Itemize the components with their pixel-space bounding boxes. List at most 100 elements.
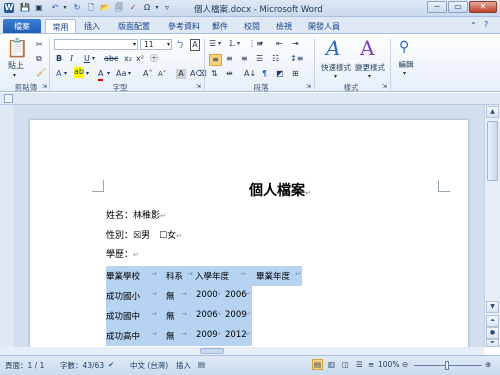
- font-color-icon[interactable]: A: [98, 69, 104, 81]
- styles-launcher-icon[interactable]: ⇲: [382, 82, 387, 92]
- macro-record-icon[interactable]: ▤: [198, 360, 205, 369]
- paste-label[interactable]: 貼上: [8, 61, 24, 71]
- browse-object-icon[interactable]: ●: [486, 327, 499, 339]
- save-icon[interactable]: 💾: [20, 3, 30, 13]
- print-layout-view-icon[interactable]: ▤: [312, 359, 323, 370]
- horizontal-scrollbar[interactable]: [0, 347, 484, 355]
- highlight-dropdown-icon[interactable]: ▾: [86, 69, 89, 79]
- clipboard-launcher-icon[interactable]: ⇲: [42, 82, 47, 92]
- full-screen-reading-icon[interactable]: ▥: [328, 360, 335, 369]
- draft-view-icon[interactable]: ≡: [368, 360, 374, 369]
- format-painter-icon[interactable]: 🖌: [36, 68, 46, 78]
- text-effects-icon[interactable]: A: [56, 69, 61, 79]
- language-indicator[interactable]: 中文 (台灣): [130, 360, 168, 371]
- character-border-icon[interactable]: A: [190, 39, 200, 51]
- italic-icon[interactable]: I: [70, 54, 73, 64]
- print-preview-icon[interactable]: 🗐: [114, 3, 124, 13]
- enclose-character-icon[interactable]: ㊉: [150, 54, 158, 64]
- asian-layout-icon[interactable]: ⇹: [226, 69, 233, 79]
- find-binoculars-icon[interactable]: ⚲: [399, 38, 409, 56]
- table-row[interactable]: 成功高中 → 無 → 2009 → 2012 ↵: [106, 326, 252, 346]
- hscroll-thumb[interactable]: [200, 348, 224, 354]
- table-header-row[interactable]: 畢業學校 → 科系 → 入學年度 → 畢業年度 ↵: [106, 266, 302, 286]
- redo-icon[interactable]: ↻: [72, 3, 82, 13]
- cut-icon[interactable]: ✂: [36, 40, 43, 50]
- underline-dropdown-icon[interactable]: ▾: [92, 54, 95, 64]
- tab-home[interactable]: 常用: [45, 19, 76, 34]
- grow-font-icon[interactable]: A˄: [143, 69, 152, 79]
- sort-icon[interactable]: A↓: [244, 69, 256, 79]
- page-count[interactable]: 頁面：1 / 1: [5, 360, 44, 371]
- copy-icon[interactable]: ⧉: [36, 54, 42, 64]
- scroll-up-icon[interactable]: ▲: [486, 106, 499, 118]
- save-as-icon[interactable]: ▣: [34, 3, 44, 13]
- gender-line[interactable]: 性別：☒男 ☐女↵: [106, 228, 182, 241]
- undo-dropdown-icon[interactable]: ▾: [60, 3, 70, 13]
- horizontal-ruler[interactable]: [0, 93, 500, 105]
- editing-dropdown-icon[interactable]: ▾: [403, 69, 406, 79]
- subscript-icon[interactable]: x₂: [124, 54, 132, 64]
- outline-view-icon[interactable]: ☰: [356, 360, 363, 369]
- symbol-icon[interactable]: Ω: [142, 3, 152, 13]
- tab-page-layout[interactable]: 版面配置: [112, 19, 156, 34]
- align-right-icon[interactable]: ≡: [241, 54, 248, 64]
- spelling-check-icon[interactable]: ✓: [128, 3, 138, 13]
- next-page-icon[interactable]: ⏷: [486, 339, 499, 347]
- superscript-icon[interactable]: x²: [136, 54, 144, 64]
- vertical-scrollbar[interactable]: ▲ ▼ ⏶ ● ⏷: [484, 105, 500, 347]
- tab-view[interactable]: 檢視: [272, 19, 296, 34]
- font-size-combo[interactable]: 11 ▾: [140, 39, 172, 50]
- change-case-icon[interactable]: Aa: [116, 69, 126, 79]
- minimize-button[interactable]: ─: [427, 1, 447, 13]
- education-line[interactable]: 學歷：↵: [106, 247, 139, 260]
- decrease-indent-icon[interactable]: ⇤: [276, 39, 283, 49]
- name-line[interactable]: 姓名：林稚影↵: [106, 208, 166, 221]
- tab-developer[interactable]: 開發人員: [302, 19, 346, 34]
- word-app-icon[interactable]: W: [4, 3, 14, 13]
- numbering-icon[interactable]: ⒈: [228, 39, 236, 49]
- bullets-icon[interactable]: ☰: [209, 39, 216, 49]
- scroll-down-icon[interactable]: ▼: [486, 301, 499, 313]
- show-marks-icon[interactable]: ¶: [262, 69, 267, 79]
- line-spacing-icon[interactable]: ↕≡: [290, 54, 303, 64]
- tab-selector-icon[interactable]: [4, 94, 13, 103]
- underline-icon[interactable]: U: [84, 54, 90, 64]
- paste-dropdown-icon[interactable]: ▾: [13, 71, 16, 81]
- change-styles-dropdown-icon[interactable]: ▾: [368, 72, 371, 82]
- close-button[interactable]: ✕: [469, 1, 497, 13]
- font-name-combo[interactable]: ▾: [54, 39, 138, 50]
- undo-icon[interactable]: ↶: [50, 3, 60, 13]
- tab-review[interactable]: 校閱: [240, 19, 264, 34]
- change-case-dropdown-icon[interactable]: ▾: [128, 69, 131, 79]
- font-launcher-icon[interactable]: ⇲: [196, 82, 201, 92]
- character-shading-icon[interactable]: A: [176, 69, 186, 79]
- align-left-icon[interactable]: ≡: [209, 54, 222, 66]
- increase-indent-icon[interactable]: ⇥: [292, 39, 299, 49]
- justify-icon[interactable]: ☰: [256, 54, 263, 64]
- maximize-button[interactable]: ▭: [448, 1, 468, 13]
- new-document-icon[interactable]: 🗋: [86, 3, 96, 13]
- numbering-dropdown-icon[interactable]: ▾: [237, 39, 240, 49]
- tab-references[interactable]: 參考資料: [162, 19, 206, 34]
- font-color-dropdown-icon[interactable]: ▾: [107, 69, 110, 79]
- previous-page-icon[interactable]: ⏶: [486, 315, 499, 327]
- proofing-icon[interactable]: ✔: [108, 360, 114, 369]
- phonetic-guide-icon[interactable]: ㄅ: [176, 40, 184, 50]
- text-direction-icon[interactable]: ⇅: [211, 69, 218, 79]
- shading-icon[interactable]: ◩: [276, 69, 284, 79]
- align-center-icon[interactable]: ≡: [226, 54, 233, 64]
- help-icon[interactable]: ?: [484, 20, 488, 30]
- web-layout-icon[interactable]: ◫: [342, 360, 349, 369]
- customize-quick-access-icon[interactable]: ▿: [162, 3, 172, 13]
- bullets-dropdown-icon[interactable]: ▾: [218, 39, 221, 49]
- symbol-dropdown-icon[interactable]: ▾: [152, 3, 162, 13]
- table-row[interactable]: 成功國中 → 無 → 2006 → 2009 ↵: [106, 306, 252, 326]
- tab-file[interactable]: 檔案: [3, 19, 41, 34]
- strikethrough-icon[interactable]: abc: [104, 54, 118, 64]
- quick-styles-dropdown-icon[interactable]: ▾: [334, 72, 337, 82]
- document-area[interactable]: 個人檔案↵ 姓名：林稚影↵ 性別：☒男 ☐女↵ 學歷：↵ 畢業學校 → 科系 →…: [14, 105, 484, 347]
- paragraph-launcher-icon[interactable]: ⇲: [306, 82, 311, 92]
- paste-icon[interactable]: 📋: [6, 38, 28, 60]
- bold-icon[interactable]: B: [56, 54, 62, 64]
- multilevel-dropdown-icon[interactable]: ▾: [260, 39, 263, 49]
